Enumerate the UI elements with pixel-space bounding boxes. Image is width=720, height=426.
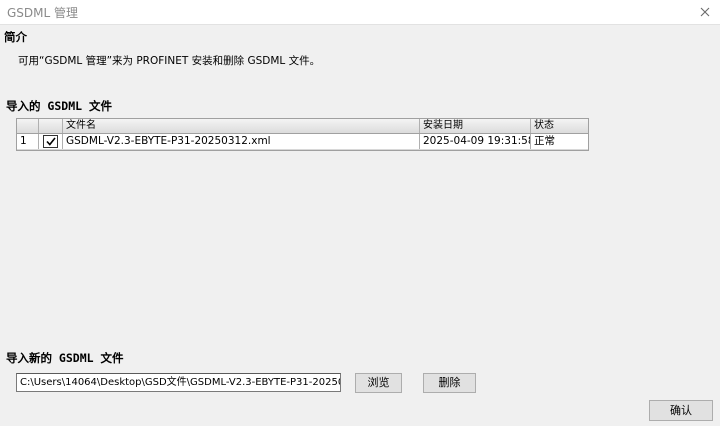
close-icon <box>700 7 710 17</box>
column-header-filename[interactable]: 文件名 <box>63 119 420 133</box>
row-index: 1 <box>17 134 39 149</box>
row-filename: GSDML-V2.3-EBYTE-P31-20250312.xml <box>63 134 420 149</box>
gsdml-file-table: 文件名 安装日期 状态 1 GSDML-V2.3-EBYTE-P31-20250… <box>16 118 589 151</box>
gsdml-path-field[interactable]: C:\Users\14064\Desktop\GSD文件\GSDML-V2.3-… <box>16 373 341 392</box>
close-button[interactable] <box>690 0 720 24</box>
intro-text: 可用“GSDML 管理”来为 PROFINET 安装和删除 GSDML 文件。 <box>18 55 321 67</box>
table-header: 文件名 安装日期 状态 <box>17 119 588 134</box>
delete-button[interactable]: 删除 <box>423 373 476 393</box>
row-install-date: 2025-04-09 19:31:58 <box>420 134 531 149</box>
import-new-heading: 导入新的 GSDML 文件 <box>6 351 124 365</box>
row-checkbox[interactable] <box>43 135 58 148</box>
window-title: GSDML 管理 <box>7 6 79 20</box>
intro-heading: 简介 <box>4 30 27 44</box>
column-header-status[interactable]: 状态 <box>531 119 588 133</box>
checkmark-icon <box>45 137 56 146</box>
column-header-index[interactable] <box>17 119 39 133</box>
imported-files-heading: 导入的 GSDML 文件 <box>6 99 112 113</box>
browse-button[interactable]: 浏览 <box>355 373 402 393</box>
row-status: 正常 <box>534 135 555 147</box>
title-bar: GSDML 管理 <box>0 0 720 25</box>
row-check-cell <box>39 134 63 149</box>
column-header-install-date[interactable]: 安装日期 <box>420 119 531 133</box>
confirm-button[interactable]: 确认 <box>649 400 713 421</box>
table-row[interactable]: 1 GSDML-V2.3-EBYTE-P31-20250312.xml 2025… <box>17 134 588 150</box>
column-header-check[interactable] <box>39 119 63 133</box>
